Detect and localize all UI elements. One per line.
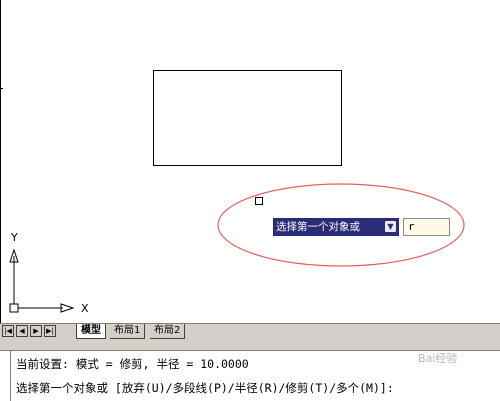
dynamic-prompt-text: 选择第一个对象或 [276,221,360,233]
tab-layout2[interactable]: 布局2 [150,324,186,339]
dynamic-input-field[interactable]: r [403,218,450,236]
tab-layout1[interactable]: 布局1 [110,324,146,339]
down-arrow-icon[interactable]: ▼ [385,221,396,232]
ucs-x-label: X [81,302,89,315]
command-window-border [10,351,11,401]
drawing-canvas[interactable]: 选择第一个对象或 ▼ r Y X [0,0,500,323]
watermark: Bai经验 [418,352,458,365]
command-history-line: 当前设置: 模式 = 修剪, 半径 = 10.0000 [16,357,249,371]
tab-model[interactable]: 模型 [76,324,106,339]
last-tab-icon[interactable]: ▶| [44,325,56,337]
command-window[interactable]: 当前设置: 模式 = 修剪, 半径 = 10.0000 选择第一个对象或 [放弃… [0,339,500,401]
first-tab-icon[interactable]: |◀ [2,325,14,337]
next-tab-icon[interactable]: ▶ [30,325,42,337]
command-prompt-line[interactable]: 选择第一个对象或 [放弃(U)/多段线(P)/半径(R)/修剪(T)/多个(M)… [16,380,394,396]
prev-tab-icon[interactable]: ◀ [16,325,28,337]
dynamic-input-tooltip: 选择第一个对象或 ▼ [273,218,399,236]
ucs-y-label: Y [11,231,18,244]
layout-tab-bar: |◀ ◀ ▶ ▶| 模型 布局1 布局2 [0,323,500,339]
